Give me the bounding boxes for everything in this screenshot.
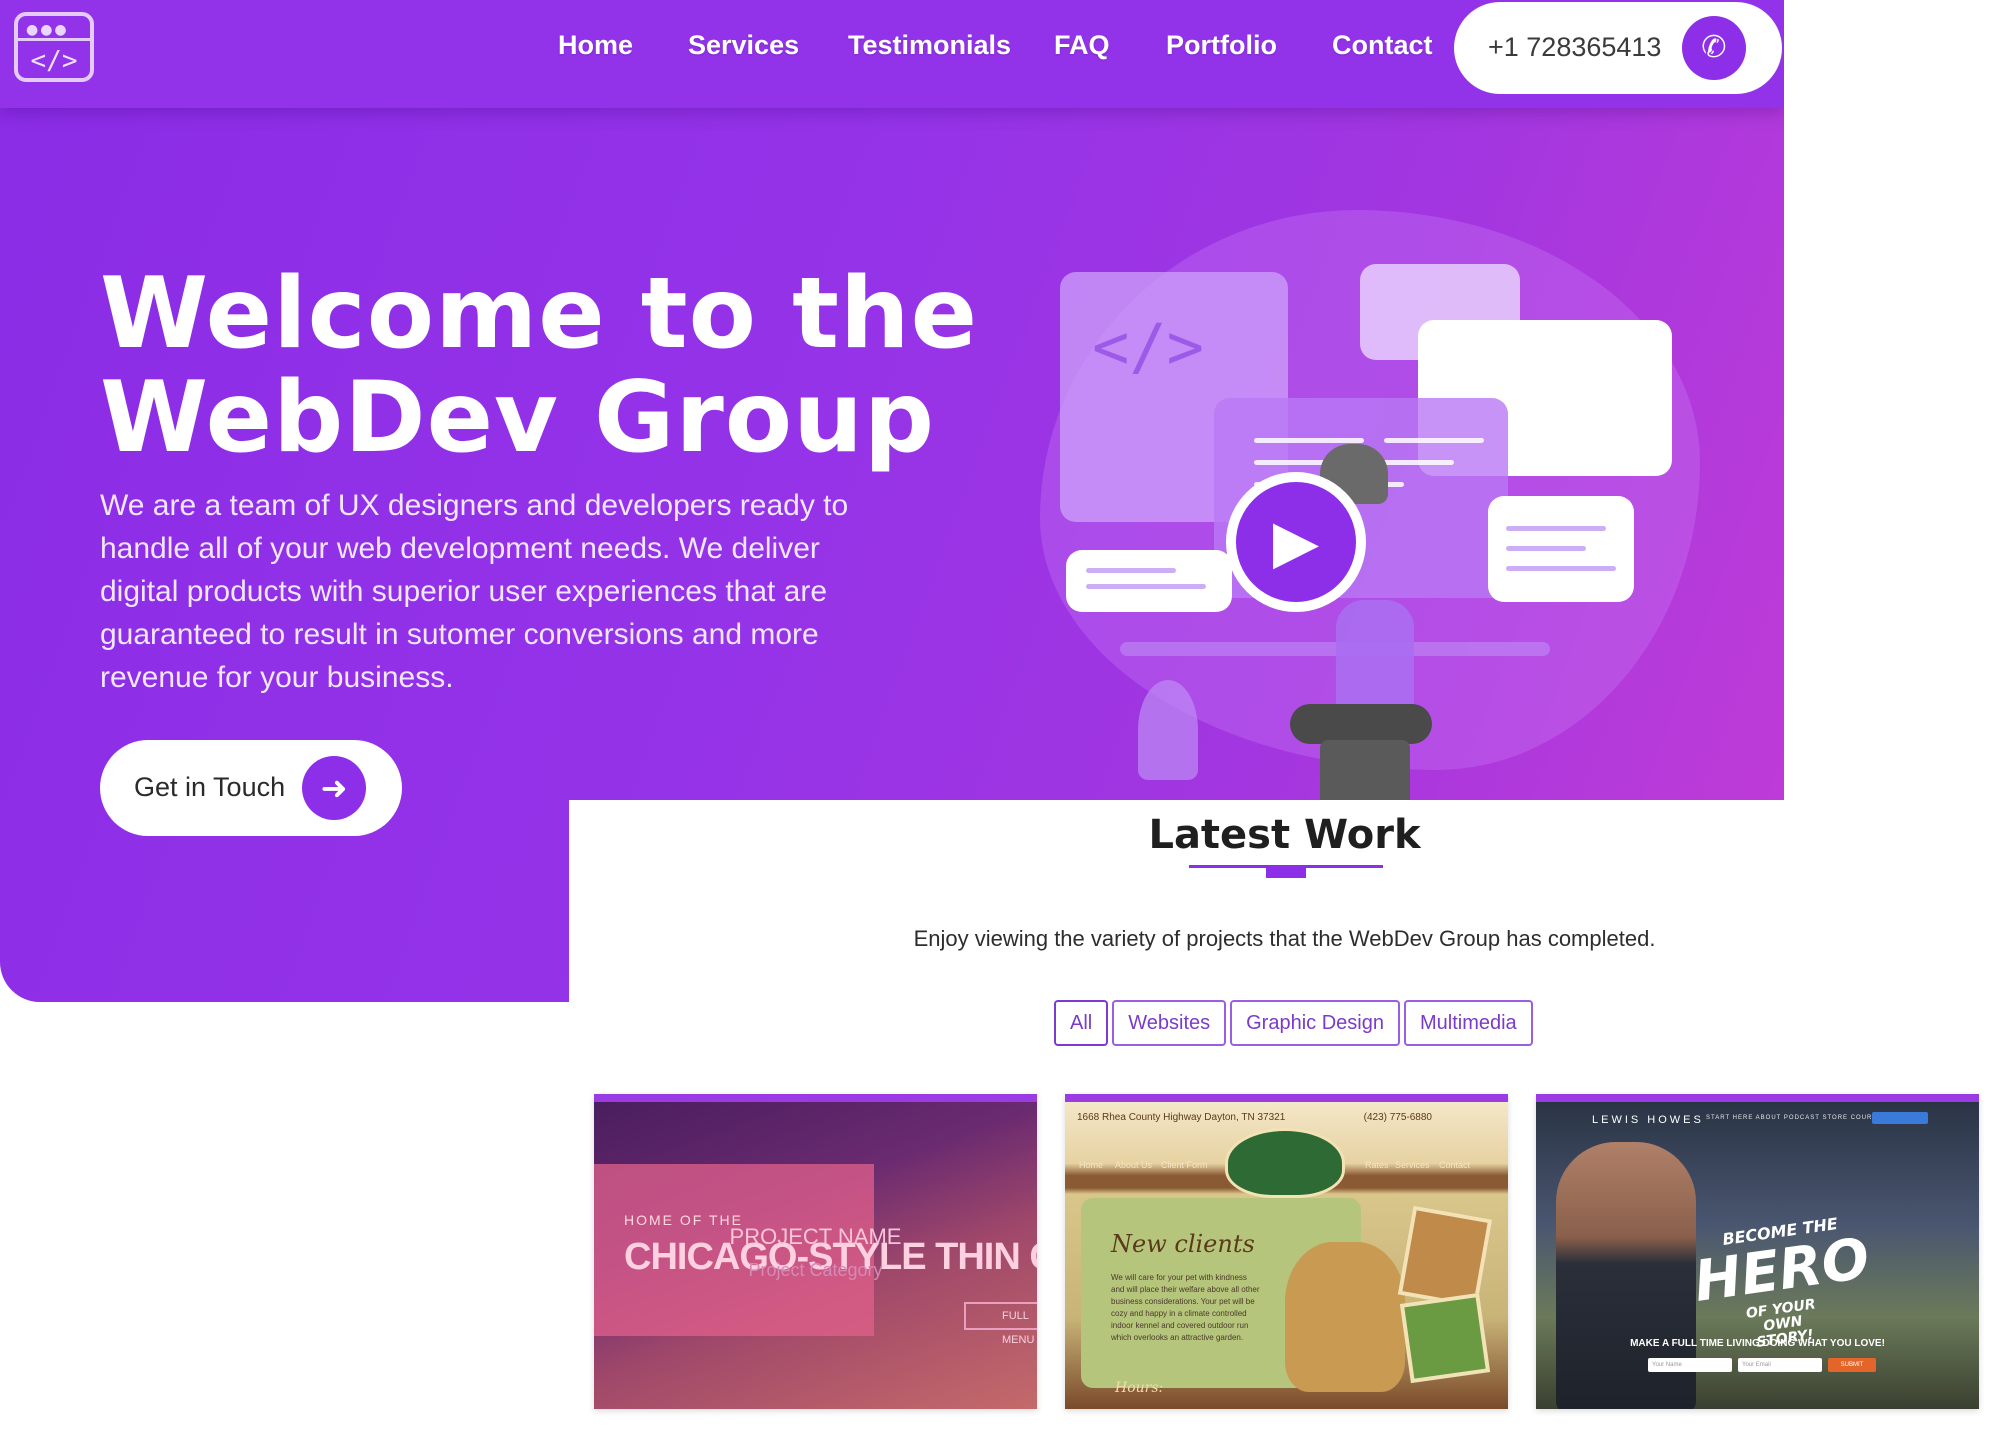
nav-portfolio[interactable]: Portfolio — [1166, 30, 1277, 61]
logo-dots: ●●● — [26, 22, 69, 38]
nav-faq[interactable]: FAQ — [1054, 30, 1110, 61]
phone-number[interactable]: +1 728365413 — [1488, 32, 1661, 63]
project-name-input: Your Name — [1648, 1358, 1732, 1372]
title-accent — [1266, 867, 1306, 878]
hero-illustration: </> ▶ — [1000, 180, 1740, 810]
project-hours: Hours: — [1115, 1380, 1164, 1396]
portfolio-filters: All Websites Graphic Design Multimedia — [1054, 1000, 1533, 1046]
hero-description: We are a team of UX designers and develo… — [100, 489, 849, 694]
nav-testimonials[interactable]: Testimonials — [848, 30, 1011, 61]
project-brand: LEWIS HOWES — [1592, 1114, 1704, 1126]
play-icon[interactable]: ▶ — [1226, 472, 1366, 612]
chair-seat — [1290, 704, 1432, 744]
project-menu-button: FULL MENU — [964, 1302, 1037, 1346]
illustration-line — [1254, 438, 1364, 443]
project-signup-form: Your Name Your Email SUBMIT — [1648, 1358, 1876, 1372]
logo-bar — [18, 38, 90, 41]
filter-all[interactable]: All — [1054, 1000, 1109, 1046]
illustration-code-glyph: </> — [1092, 310, 1204, 383]
filter-graphic-design[interactable]: Graphic Design — [1230, 1000, 1400, 1046]
nav-home[interactable]: Home — [558, 30, 633, 61]
phone-pill[interactable]: +1 728365413 ✆ — [1454, 2, 1782, 94]
illustration-card — [1066, 550, 1232, 612]
hero-title-line1: Welcome to the — [100, 257, 979, 371]
illustration-line — [1506, 566, 1616, 571]
project-nav-item: Client Form — [1161, 1160, 1208, 1170]
project-card-kennel[interactable]: 1668 Rhea County Highway Dayton, TN 3732… — [1065, 1094, 1508, 1409]
cta-label[interactable]: Get in Touch — [134, 772, 285, 803]
project-email-input: Your Email — [1738, 1358, 1822, 1372]
hero-title: Welcome to the WebDev Group — [100, 262, 1000, 470]
section-title: Latest Work — [1148, 812, 1421, 858]
photo-frame — [1399, 1292, 1491, 1384]
project-nav-chip — [1872, 1112, 1928, 1124]
illustration-line — [1506, 526, 1606, 531]
plant-icon — [1138, 680, 1198, 780]
navbar: ●●● </> Home Services Testimonials FAQ P… — [0, 0, 1784, 108]
illustration-line — [1086, 568, 1176, 573]
project-address: 1668 Rhea County Highway Dayton, TN 3732… — [1077, 1112, 1286, 1123]
project-submit: SUBMIT — [1828, 1358, 1876, 1372]
illustration-line — [1506, 546, 1586, 551]
illustration-card — [1488, 496, 1634, 602]
dog-image — [1285, 1242, 1405, 1392]
nav-contact[interactable]: Contact — [1332, 30, 1433, 61]
project-nav-item: About Us — [1115, 1160, 1153, 1170]
illustration-line — [1086, 584, 1206, 589]
illustration-line — [1384, 438, 1484, 443]
project-nav-item: Home — [1079, 1160, 1104, 1170]
filter-multimedia[interactable]: Multimedia — [1403, 1000, 1533, 1046]
project-category: Project Category — [748, 1260, 883, 1280]
project-tagline: MAKE A FULL TIME LIVING DOING WHAT YOU L… — [1630, 1338, 1885, 1349]
hero-title-line2: WebDev Group — [100, 361, 936, 475]
latest-work-section: Latest Work Enjoy viewing the variety of… — [569, 800, 2000, 1434]
illustration-desk — [1120, 642, 1550, 656]
phone-icon[interactable]: ✆ — [1682, 16, 1746, 80]
project-name: PROJECT NAME — [729, 1224, 902, 1249]
logo-code: </> — [30, 46, 78, 76]
project-card-hero[interactable]: LEWIS HOWES START HERE ABOUT PODCAST STO… — [1536, 1094, 1979, 1409]
project-nav: Home About Us Client Form Rates Services… — [1065, 1158, 1508, 1176]
project-nav-item: Rates — [1365, 1160, 1389, 1170]
project-phone: (423) 775-6880 — [1363, 1112, 1432, 1123]
project-paragraph: We will care for your pet with kindness … — [1111, 1273, 1260, 1342]
nav-services[interactable]: Services — [688, 30, 799, 61]
section-subtitle: Enjoy viewing the variety of projects th… — [913, 926, 1656, 951]
arrow-right-icon[interactable]: ➜ — [302, 756, 366, 820]
code-window-icon[interactable]: ●●● </> — [14, 12, 94, 82]
get-in-touch-button[interactable]: Get in Touch ➜ — [100, 740, 402, 836]
filter-websites[interactable]: Websites — [1112, 1000, 1227, 1046]
project-nav-item: Services — [1395, 1160, 1430, 1170]
project-nav-item: Contact — [1439, 1160, 1471, 1170]
project-script-heading: New clients — [1111, 1230, 1255, 1258]
project-card-pizza[interactable]: HOME OF THE CHICAGO-STYLE THIN CRUST PI … — [594, 1094, 1037, 1409]
